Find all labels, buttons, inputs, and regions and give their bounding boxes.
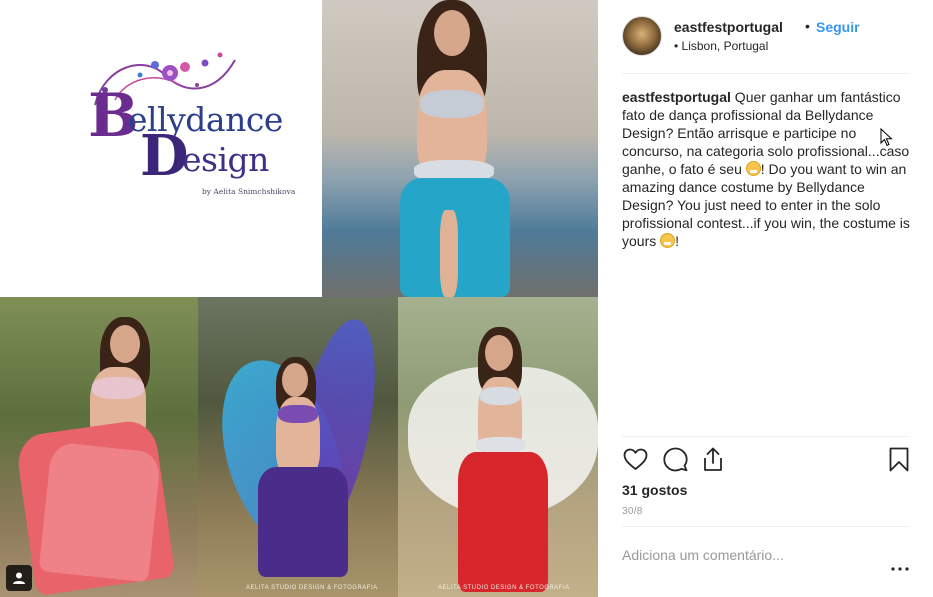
avatar[interactable] xyxy=(622,16,662,56)
logo-word-esign: esign xyxy=(182,140,269,179)
header-username[interactable]: eastfestportugal xyxy=(674,19,783,35)
grinning-emoji-icon xyxy=(660,233,676,248)
comment-divider xyxy=(622,526,909,527)
location-link[interactable]: • Lisbon, Portugal xyxy=(674,39,768,53)
location-text: Lisbon, Portugal xyxy=(681,39,769,53)
caption-username[interactable]: eastfestportugal xyxy=(622,89,731,105)
follow-button[interactable]: Seguir xyxy=(816,19,860,35)
header-divider xyxy=(622,73,909,74)
more-options-icon xyxy=(891,567,909,571)
photo-watermark: AELITA STUDIO DESIGN & FOTOGRAFIA xyxy=(246,585,378,591)
grinning-emoji-icon xyxy=(745,161,761,176)
heart-icon xyxy=(623,448,647,470)
logo-byline: by Aelita Snimchshikova xyxy=(202,187,296,196)
photo-dancer-red-skirt xyxy=(0,297,198,597)
actions-divider xyxy=(622,436,909,437)
post-caption: eastfestportugal Quer ganhar um fantásti… xyxy=(622,88,912,250)
post-actions xyxy=(622,446,909,474)
post-header: eastfestportugal • Seguir • Lisbon, Port… xyxy=(622,16,909,56)
user-icon xyxy=(13,572,25,584)
comment-button[interactable] xyxy=(662,446,688,472)
photo-dancer-silk-veil: AELITA STUDIO DESIGN & FOTOGRAFIA xyxy=(198,297,398,597)
like-button[interactable] xyxy=(622,446,648,472)
photo-watermark: AELITA STUDIO DESIGN & FOTOGRAFIA xyxy=(438,585,570,591)
share-button[interactable] xyxy=(700,446,726,472)
post-date[interactable]: 30/8 xyxy=(622,506,643,517)
header-separator: • xyxy=(805,18,810,34)
post-panel: eastfestportugal • Seguir • Lisbon, Port… xyxy=(598,0,933,597)
caption-text-end: ! xyxy=(675,233,680,249)
more-options-button[interactable] xyxy=(888,560,912,578)
likes-count[interactable]: 31 gostos xyxy=(622,482,687,498)
save-button[interactable] xyxy=(886,446,912,472)
bookmark-icon xyxy=(889,447,909,471)
post-media[interactable]: B ellydance D esign by Aelita Snimchshik… xyxy=(0,0,598,597)
tagged-users-button[interactable] xyxy=(6,565,32,591)
mouse-cursor-icon xyxy=(880,128,893,147)
photo-dancer-white-veil: AELITA STUDIO DESIGN & FOTOGRAFIA xyxy=(398,297,598,597)
location-bullet: • xyxy=(674,39,679,53)
comment-input[interactable] xyxy=(622,545,872,565)
photo-dancer-blue-skirt xyxy=(322,0,598,297)
bellydance-design-logo-tile: B ellydance D esign by Aelita Snimchshik… xyxy=(0,0,322,297)
share-icon xyxy=(704,447,722,471)
comment-icon xyxy=(662,447,688,471)
